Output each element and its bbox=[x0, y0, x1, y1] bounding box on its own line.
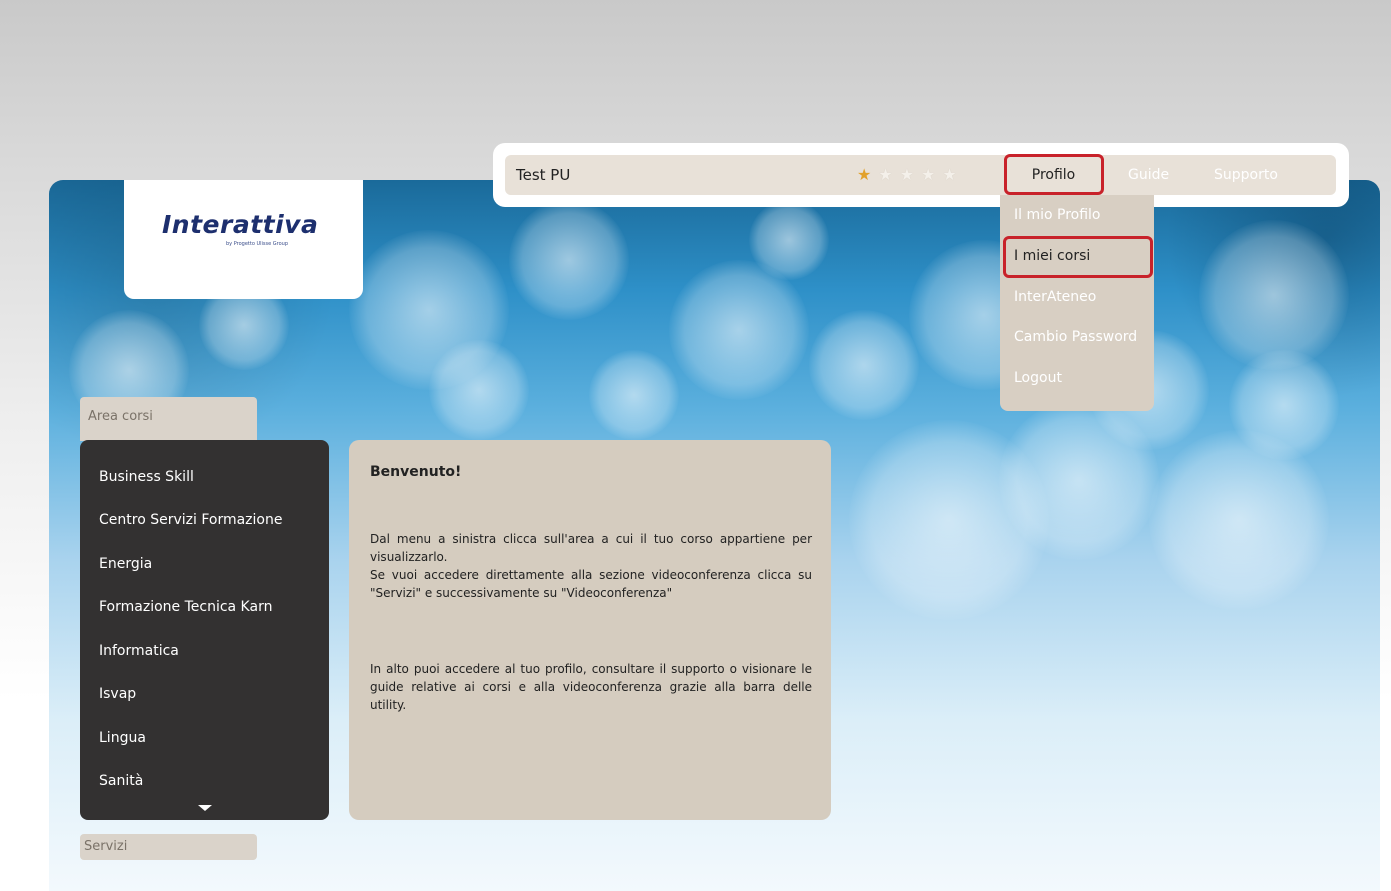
user-name: Test PU bbox=[516, 166, 571, 184]
sidebar-item-business-skill[interactable]: Business Skill bbox=[99, 469, 309, 485]
course-area-menu: Business Skill Centro Servizi Formazione… bbox=[80, 440, 329, 820]
scroll-down-arrow-icon[interactable] bbox=[198, 805, 212, 811]
brand-logo-subtext: by Progetto Ulisse Group bbox=[226, 241, 289, 247]
highlight-i-miei-corsi bbox=[1003, 236, 1153, 278]
dropdown-item-interateneo[interactable]: InterAteneo bbox=[1014, 289, 1096, 305]
dropdown-item-il-mio-profilo[interactable]: Il mio Profilo bbox=[1014, 207, 1101, 223]
area-corsi-label: Area corsi bbox=[88, 409, 153, 424]
nav-supporto[interactable]: Supporto bbox=[1214, 167, 1278, 183]
dropdown-item-cambio-password[interactable]: Cambio Password bbox=[1014, 329, 1137, 345]
welcome-paragraph-1: Dal menu a sinistra clicca sull'area a c… bbox=[370, 532, 812, 600]
star-empty-icon[interactable]: ★ bbox=[942, 165, 963, 184]
sidebar-item-sanita[interactable]: Sanità bbox=[99, 773, 309, 789]
utility-bar: Test PU ★★★★★ Profilo Guide Supporto bbox=[505, 155, 1336, 195]
sidebar-item-formazione-tecnica[interactable]: Formazione Tecnica Karn bbox=[99, 599, 309, 615]
nav-guide[interactable]: Guide bbox=[1128, 167, 1169, 183]
dropdown-item-logout[interactable]: Logout bbox=[1014, 370, 1062, 386]
logo-panel: Interattiva by Progetto Ulisse Group bbox=[124, 180, 363, 299]
star-half-icon[interactable]: ★ bbox=[857, 165, 878, 184]
sidebar-item-centro-servizi-formazione[interactable]: Centro Servizi Formazione bbox=[99, 512, 309, 528]
welcome-paragraph-2: In alto puoi accedere al tuo profilo, co… bbox=[370, 662, 812, 712]
brand-logo[interactable]: Interattiva bbox=[162, 210, 318, 239]
star-empty-icon[interactable]: ★ bbox=[878, 165, 899, 184]
sidebar-item-energia[interactable]: Energia bbox=[99, 556, 309, 572]
welcome-panel: Benvenuto! Dal menu a sinistra clicca su… bbox=[349, 440, 831, 820]
servizi-tab[interactable]: Servizi bbox=[80, 834, 257, 860]
profile-dropdown-menu: Il mio Profilo I miei corsi InterAteneo … bbox=[1000, 195, 1154, 411]
sidebar-item-lingua[interactable]: Lingua bbox=[99, 730, 309, 746]
star-empty-icon[interactable]: ★ bbox=[900, 165, 921, 184]
star-empty-icon[interactable]: ★ bbox=[921, 165, 942, 184]
sidebar-item-isvap[interactable]: Isvap bbox=[99, 686, 309, 702]
welcome-title: Benvenuto! bbox=[370, 464, 462, 480]
rating-stars[interactable]: ★★★★★ bbox=[857, 165, 964, 184]
area-corsi-tab[interactable]: Area corsi bbox=[80, 397, 257, 441]
sidebar-item-informatica[interactable]: Informatica bbox=[99, 643, 309, 659]
highlight-profilo bbox=[1004, 154, 1104, 195]
servizi-label: Servizi bbox=[84, 839, 128, 854]
